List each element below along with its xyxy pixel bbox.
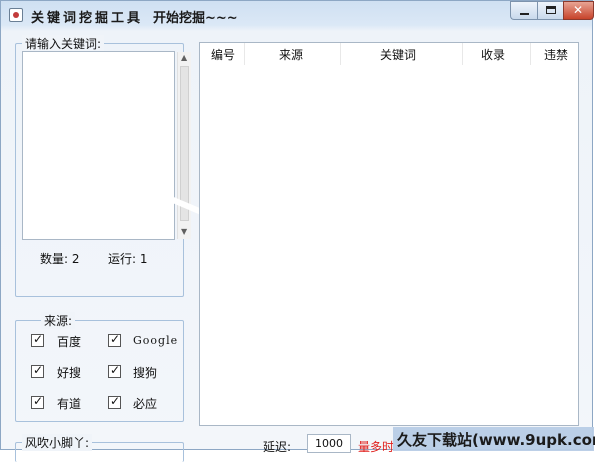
wind-group: 风吹小脚丫: xyxy=(15,434,184,462)
delay-input[interactable]: 1000 xyxy=(307,434,351,453)
watermark-text: 久友下载站(www.9upk.com) xyxy=(397,431,595,449)
scroll-thumb[interactable] xyxy=(180,66,189,221)
running-count: 运行: 1 xyxy=(108,252,148,266)
warning-text: 量多时 xyxy=(358,440,395,454)
window-title: 关键词挖掘工具 xyxy=(31,11,144,26)
close-button[interactable] xyxy=(563,1,594,20)
source-checkbox-bing[interactable] xyxy=(108,394,121,409)
column-header-id[interactable]: 编号 xyxy=(211,46,235,63)
source-label-baidu: 百度 xyxy=(57,335,82,349)
app-window: 关键词挖掘工具 开始挖掘~~~ 请输入关键词: ▲ ▼ 数量: 2 运行: 1 … xyxy=(0,0,595,462)
app-icon xyxy=(9,8,23,22)
source-label-bing: 必应 xyxy=(133,397,158,411)
column-divider[interactable] xyxy=(340,43,341,65)
source-label-haosou: 好搜 xyxy=(57,366,82,380)
scroll-down-icon[interactable]: ▼ xyxy=(181,227,187,236)
source-checkbox-haosou[interactable] xyxy=(31,363,44,378)
column-header-banned[interactable]: 违禁 xyxy=(544,46,568,63)
minimize-button[interactable] xyxy=(510,1,537,20)
title-bar: 关键词挖掘工具 开始挖掘~~~ xyxy=(1,1,594,31)
column-header-indexed[interactable]: 收录 xyxy=(481,46,505,63)
maximize-button[interactable] xyxy=(537,1,563,20)
source-checkbox-google[interactable] xyxy=(108,332,121,347)
column-header-source[interactable]: 来源 xyxy=(279,46,303,63)
keyword-count: 数量: 2 xyxy=(40,252,80,266)
table-header: 编号 来源 关键词 收录 违禁 xyxy=(200,43,578,65)
scroll-up-icon[interactable]: ▲ xyxy=(181,53,187,62)
source-label-youdao: 有道 xyxy=(57,397,82,411)
column-divider[interactable] xyxy=(462,43,463,65)
source-group-label: 来源: xyxy=(41,312,76,329)
wind-group-label: 风吹小脚丫: xyxy=(22,434,93,451)
source-checkbox-sogou[interactable] xyxy=(108,363,121,378)
source-label-google: Google xyxy=(133,334,179,347)
delay-label: 延迟: xyxy=(263,440,292,454)
column-divider[interactable] xyxy=(530,43,531,65)
watermark-banner: 久友下载站(www.9upk.com) xyxy=(393,427,595,451)
source-group: 来源: 百度 Google 好搜 搜狗 有道 必应 xyxy=(15,312,184,422)
column-divider[interactable] xyxy=(244,43,245,65)
source-label-sogou: 搜狗 xyxy=(133,366,158,380)
keyword-scrollbar[interactable]: ▲ ▼ xyxy=(177,52,191,239)
window-subtitle: 开始挖掘~~~ xyxy=(153,11,238,26)
keyword-group: 请输入关键词: ▲ ▼ 数量: 2 运行: 1 xyxy=(15,35,191,297)
source-checkbox-baidu[interactable] xyxy=(31,332,44,347)
column-header-keyword[interactable]: 关键词 xyxy=(380,46,416,63)
results-table[interactable]: 编号 来源 关键词 收录 违禁 xyxy=(199,42,579,426)
keyword-input[interactable] xyxy=(22,51,175,240)
source-checkbox-youdao[interactable] xyxy=(31,394,44,409)
keyword-group-label: 请输入关键词: xyxy=(22,35,105,52)
